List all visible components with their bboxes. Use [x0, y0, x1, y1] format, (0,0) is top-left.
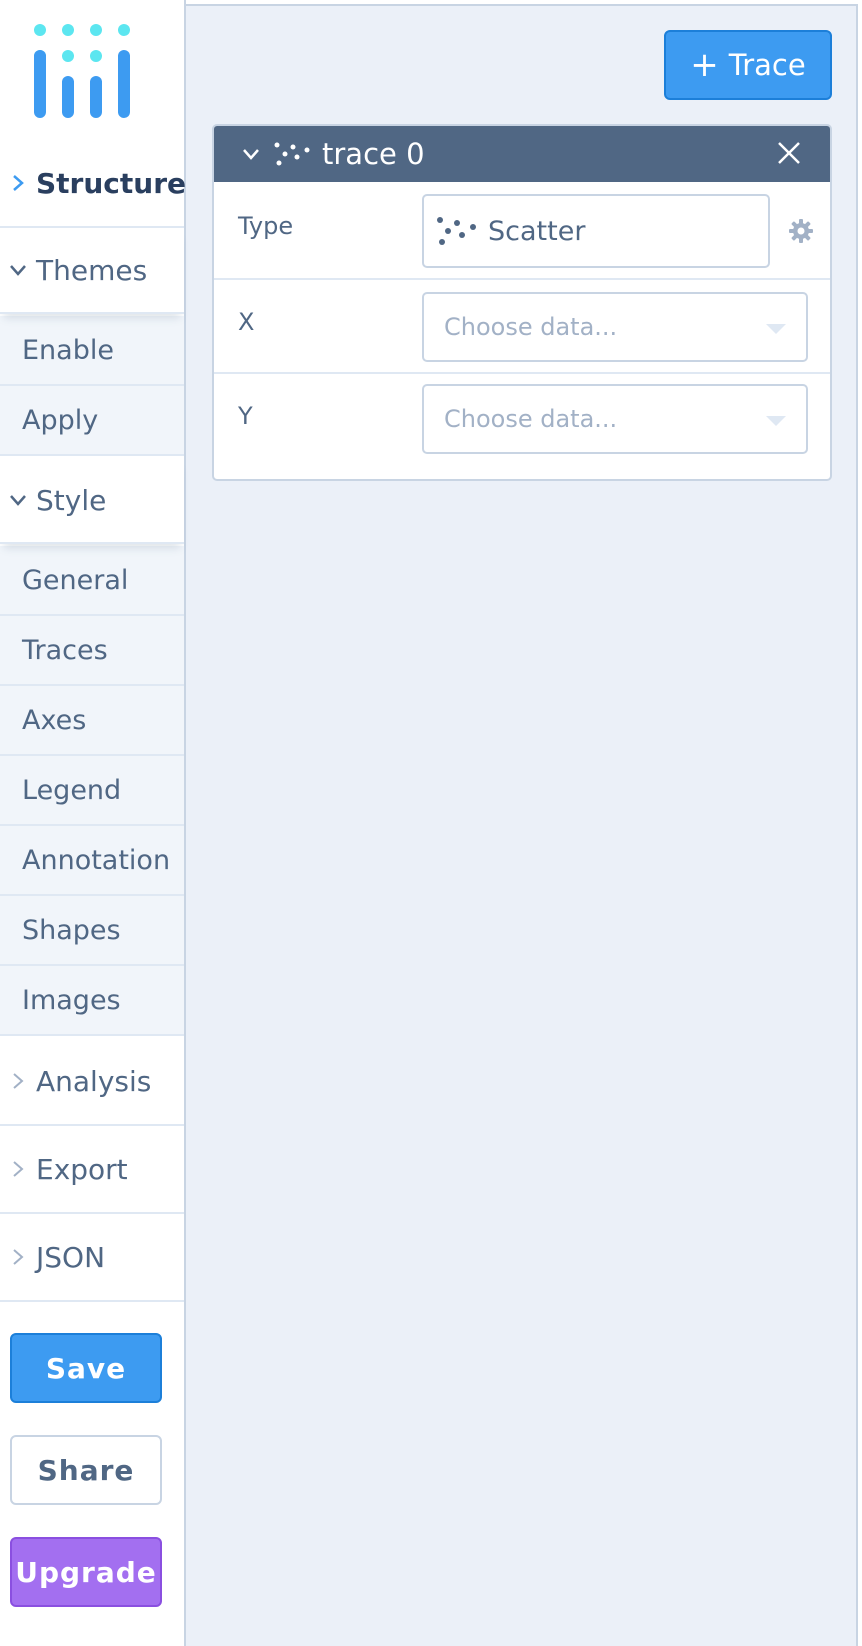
plus-icon: + — [690, 45, 719, 85]
trace-panel-title: trace 0 — [322, 137, 425, 171]
close-icon[interactable] — [776, 140, 802, 166]
trace-type-selector[interactable]: Scatter — [422, 194, 770, 268]
type-label: Type — [238, 212, 294, 240]
trace-type-value: Scatter — [488, 215, 586, 247]
caret-down-icon — [766, 324, 786, 334]
sidebar-item-images[interactable]: Images — [0, 966, 184, 1036]
upgrade-button[interactable]: Upgrade — [10, 1537, 162, 1607]
x-data-placeholder: Choose data... — [444, 313, 618, 341]
sidebar-group-analysis[interactable]: Analysis — [0, 1038, 184, 1126]
x-data-row: X Choose data... — [214, 280, 830, 374]
sidebar-item-label: Annotation — [22, 844, 171, 876]
sidebar-item-annotation[interactable]: Annotation — [0, 826, 184, 896]
sidebar-item-label: Axes — [22, 704, 87, 736]
trace-panel-header[interactable]: trace 0 — [214, 126, 830, 182]
trace-panel: trace 0 Type Scatter X Choose data... Y … — [212, 124, 832, 481]
y-data-dropdown[interactable]: Choose data... — [422, 384, 808, 454]
scatter-icon — [437, 217, 476, 245]
chevron-right-icon — [13, 175, 24, 191]
sidebar-item-legend[interactable]: Legend — [0, 756, 184, 826]
sidebar-group-export[interactable]: Export — [0, 1126, 184, 1214]
main-panel: + Trace trace 0 Type Scatter X Choose da… — [186, 4, 858, 1646]
sidebar-group-style[interactable]: Style — [0, 458, 184, 544]
sidebar-item-label: Images — [22, 984, 121, 1016]
trace-type-row: Type Scatter — [214, 182, 830, 280]
sidebar-group-label: Style — [36, 483, 107, 517]
sidebar-item-label: Legend — [22, 774, 122, 806]
sidebar-group-label: Themes — [36, 253, 148, 287]
chevron-right-icon — [13, 1073, 24, 1089]
sidebar-group-label: Export — [36, 1152, 128, 1186]
x-label: X — [238, 308, 255, 336]
y-data-placeholder: Choose data... — [444, 405, 618, 433]
sidebar-group-label: Structure — [36, 166, 187, 200]
add-trace-label: Trace — [728, 48, 806, 82]
sidebar-group-label: Analysis — [36, 1064, 152, 1098]
x-data-dropdown[interactable]: Choose data... — [422, 292, 808, 362]
sidebar-group-json[interactable]: JSON — [0, 1214, 184, 1302]
chevron-down-icon — [10, 265, 26, 276]
sidebar-item-enable[interactable]: Enable — [0, 316, 184, 386]
y-label: Y — [238, 402, 253, 430]
sidebar-item-axes[interactable]: Axes — [0, 686, 184, 756]
gear-icon[interactable] — [788, 218, 814, 244]
sidebar-item-label: Apply — [22, 404, 99, 436]
sidebar-group-themes[interactable]: Themes — [0, 228, 184, 314]
scatter-icon — [274, 142, 310, 166]
sidebar-item-traces[interactable]: Traces — [0, 616, 184, 686]
chevron-down-icon — [10, 495, 26, 506]
sidebar-item-apply[interactable]: Apply — [0, 386, 184, 456]
add-trace-button[interactable]: + Trace — [664, 30, 832, 100]
sidebar-item-shapes[interactable]: Shapes — [0, 896, 184, 966]
sidebar-group-label: JSON — [36, 1240, 106, 1274]
share-button[interactable]: Share — [10, 1435, 162, 1505]
chevron-right-icon — [13, 1249, 24, 1265]
save-button[interactable]: Save — [10, 1333, 162, 1403]
sidebar-group-structure[interactable]: Structure — [0, 140, 187, 228]
plotly-logo[interactable] — [30, 20, 140, 130]
chevron-right-icon — [13, 1161, 24, 1177]
sidebar-item-label: Enable — [22, 334, 114, 366]
caret-down-icon — [766, 416, 786, 426]
sidebar-item-label: Shapes — [22, 914, 121, 946]
sidebar-item-general[interactable]: General — [0, 546, 184, 616]
sidebar: Structure Themes Enable Apply Style Gene… — [0, 0, 186, 1646]
sidebar-item-label: General — [22, 564, 129, 596]
chevron-down-icon — [243, 149, 259, 160]
sidebar-item-label: Traces — [22, 634, 108, 666]
y-data-row: Y Choose data... — [214, 374, 830, 479]
